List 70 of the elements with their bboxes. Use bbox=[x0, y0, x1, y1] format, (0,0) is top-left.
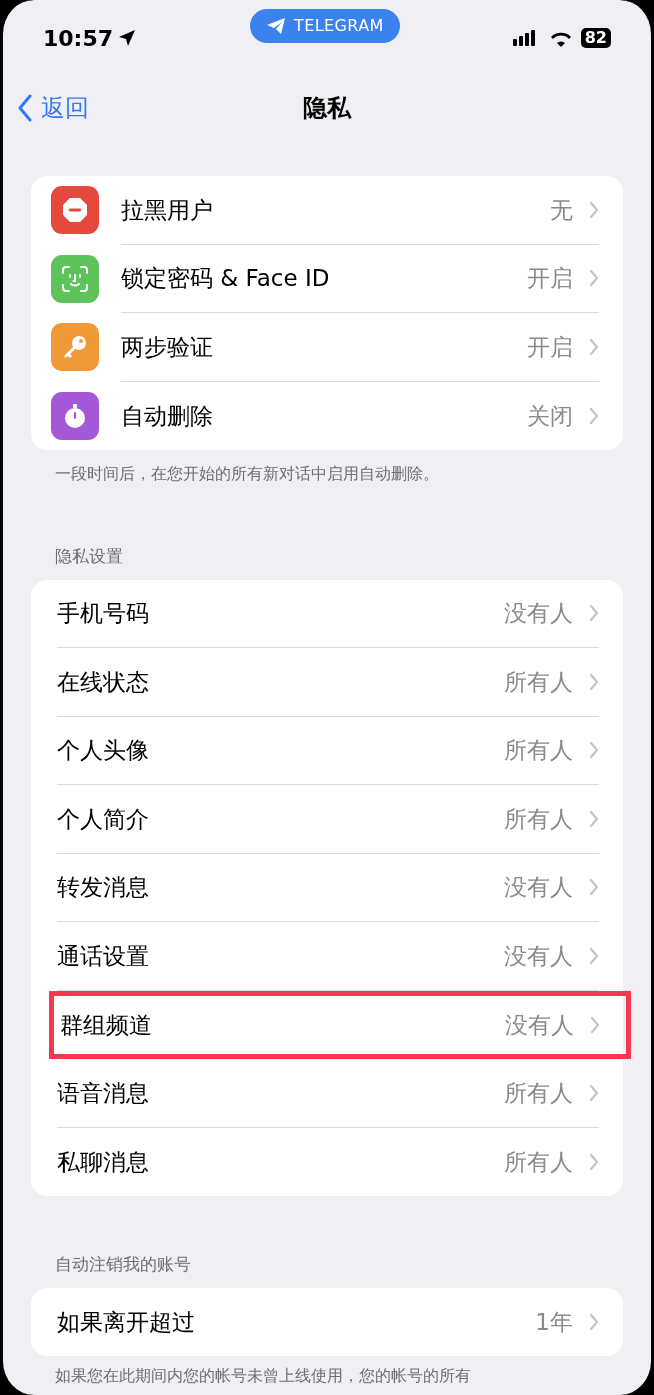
battery-level: 82 bbox=[580, 28, 611, 48]
settings-row[interactable]: 语音消息 所有人 bbox=[57, 1059, 623, 1128]
settings-row[interactable]: 在线状态 所有人 bbox=[57, 648, 623, 717]
row-label: 拉黑用户 bbox=[121, 195, 214, 225]
face-id-icon bbox=[60, 263, 90, 294]
back-button[interactable]: 返回 bbox=[17, 90, 89, 126]
row-label: 个人头像 bbox=[57, 736, 150, 765]
chevron-icon bbox=[589, 672, 599, 691]
section-footer: 一段时间后，在您开始的所有新对话中启用自动删除。 bbox=[31, 450, 623, 486]
chevron-icon bbox=[589, 946, 599, 965]
row-value: 开启 bbox=[527, 332, 573, 362]
settings-row[interactable]: 私聊消息 所有人 bbox=[57, 1127, 623, 1196]
row-label: 锁定密码 & Face ID bbox=[121, 264, 331, 293]
settings-row[interactable]: 转发消息 没有人 bbox=[57, 853, 623, 922]
settings-row[interactable]: 个人简介 所有人 bbox=[57, 785, 623, 854]
section-header: 隐私设置 bbox=[54, 545, 124, 568]
settings-row[interactable]: 通话设置 没有人 bbox=[57, 922, 623, 991]
row-label: 群组频道 bbox=[60, 1010, 153, 1040]
settings-row[interactable]: 群组频道 没有人 bbox=[49, 990, 631, 1059]
row-value: 关闭 bbox=[527, 401, 573, 431]
row-value: 所有人 bbox=[504, 1078, 573, 1108]
row-value: 所有人 bbox=[504, 1147, 573, 1177]
settings-row[interactable]: 自动删除 关闭 bbox=[51, 381, 623, 450]
row-label: 在线状态 bbox=[57, 667, 150, 697]
page-title: 隐私 bbox=[303, 93, 351, 124]
settings-row[interactable]: 如果离开超过 1年 bbox=[57, 1287, 623, 1356]
row-value: 没有人 bbox=[505, 1010, 574, 1040]
paper-plane-icon bbox=[266, 17, 286, 35]
row-value: 无 bbox=[550, 195, 573, 225]
row-value: 1年 bbox=[535, 1307, 573, 1337]
chevron-icon bbox=[589, 1083, 599, 1102]
app-name: TELEGRAM bbox=[294, 15, 384, 37]
chevron-icon bbox=[589, 406, 599, 425]
back-chevron-icon bbox=[17, 94, 33, 122]
settings-row[interactable]: 拉黑用户 无 bbox=[51, 176, 623, 245]
chevron-icon bbox=[589, 337, 599, 356]
row-label: 转发消息 bbox=[57, 873, 150, 902]
row-value: 没有人 bbox=[504, 941, 573, 971]
chevron-icon bbox=[589, 741, 599, 760]
settings-row[interactable]: 个人头像 所有人 bbox=[57, 716, 623, 785]
row-label: 手机号码 bbox=[57, 599, 150, 628]
chevron-icon bbox=[589, 878, 599, 897]
chevron-icon bbox=[589, 269, 599, 288]
row-value: 所有人 bbox=[504, 736, 573, 765]
section-footer: 如果您在此期间内您的帐号未曾上线使用，您的帐号的所有 bbox=[31, 1356, 623, 1388]
chevron-icon bbox=[589, 200, 599, 219]
row-value: 没有人 bbox=[504, 873, 573, 902]
row-value: 开启 bbox=[527, 264, 573, 293]
chevron-icon bbox=[589, 1152, 599, 1171]
row-value: 所有人 bbox=[504, 804, 573, 834]
app-pill[interactable]: TELEGRAM bbox=[250, 9, 400, 43]
chevron-icon bbox=[590, 1015, 600, 1034]
chevron-icon bbox=[589, 809, 599, 828]
row-value: 没有人 bbox=[504, 599, 573, 628]
status-time: 10:57 bbox=[43, 24, 114, 53]
settings-row[interactable]: 锁定密码 & Face ID 开启 bbox=[51, 244, 623, 313]
section-header: 自动注销我的账号 bbox=[54, 1253, 192, 1276]
row-label: 通话设置 bbox=[57, 941, 150, 971]
row-label: 如果离开超过 bbox=[57, 1307, 196, 1337]
settings-row[interactable]: 手机号码 没有人 bbox=[57, 579, 623, 648]
row-label: 个人简介 bbox=[57, 804, 150, 834]
settings-row[interactable]: 两步验证 开启 bbox=[51, 313, 623, 382]
row-value: 所有人 bbox=[504, 667, 573, 697]
chevron-icon bbox=[589, 1312, 599, 1331]
row-label: 语音消息 bbox=[57, 1078, 150, 1108]
row-label: 两步验证 bbox=[121, 332, 214, 362]
row-label: 私聊消息 bbox=[57, 1147, 150, 1177]
chevron-icon bbox=[589, 604, 599, 623]
row-label: 自动删除 bbox=[121, 401, 214, 431]
location-arrow-icon bbox=[117, 28, 138, 48]
